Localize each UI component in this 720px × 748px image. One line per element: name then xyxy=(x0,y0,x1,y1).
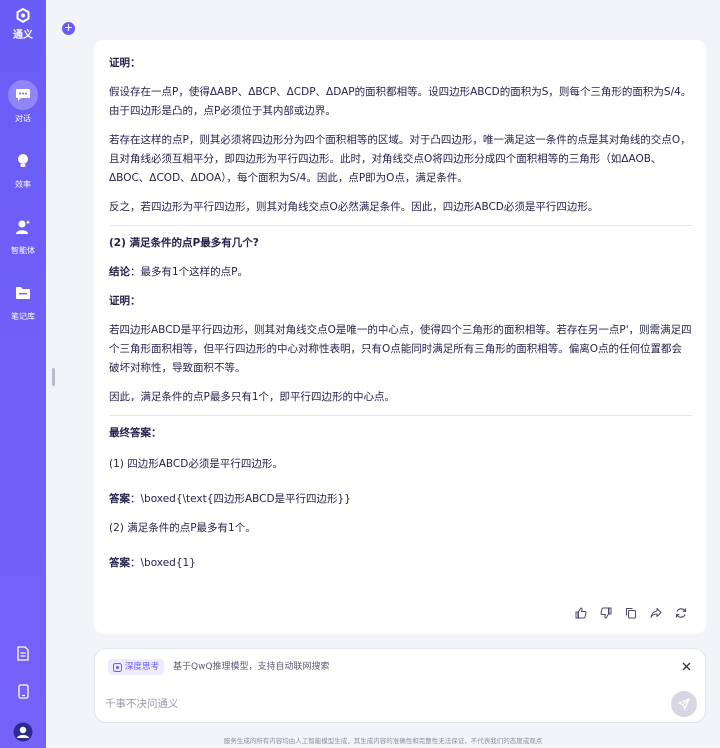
paragraph: 反之，若四边形为平行四边形，则其对角线交点O必然满足条件。因此，四边形ABCD必… xyxy=(109,201,599,213)
share-icon[interactable] xyxy=(649,606,663,620)
deep-think-description: 基于QwQ推理模型，支持自动联网搜索 xyxy=(173,662,330,672)
close-icon[interactable] xyxy=(679,659,693,673)
divider xyxy=(109,225,692,226)
sidebar-item-notes[interactable]: 笔记库 xyxy=(0,278,46,322)
conclusion-text: ：最多有1个这样的点P。 xyxy=(130,266,249,278)
tongyi-logo-icon xyxy=(16,8,30,23)
sidebar-item-chat[interactable]: 对话 xyxy=(0,80,46,124)
final-answer-heading: 最终答案： xyxy=(109,427,162,439)
avatar-icon[interactable] xyxy=(0,722,46,742)
answer-label: 答案 xyxy=(109,493,130,505)
conclusion-label: 结论 xyxy=(109,266,130,278)
regenerate-icon[interactable] xyxy=(674,606,688,620)
final-item: (1) 四边形ABCD必须是平行四边形。 xyxy=(109,458,283,470)
chat-input[interactable] xyxy=(105,694,665,714)
paragraph: 若四边形ABCD是平行四边形，则其对角线交点O是唯一的中心点，使得四个三角形的面… xyxy=(109,324,692,374)
lightbulb-icon xyxy=(8,146,38,176)
answer-text: ：\boxed{\text{四边形ABCD是平行四边形}} xyxy=(130,493,351,505)
chat-icon xyxy=(8,80,38,110)
answer-text: ：\boxed{1} xyxy=(130,557,196,569)
proof-heading: 证明： xyxy=(109,295,141,307)
sidebar: 通义 对话 效率 智能体 笔记库 xyxy=(0,0,46,748)
answer-line: 答案：\boxed{1} xyxy=(109,554,692,573)
app-name: 通义 xyxy=(13,30,33,41)
thumbs-up-icon[interactable] xyxy=(574,606,588,620)
divider xyxy=(109,415,692,416)
answer-label: 答案 xyxy=(109,557,130,569)
sidebar-item-label: 对话 xyxy=(15,114,31,123)
paragraph: 若存在这样的点P，则其必须将四边形分为四个面积相等的区域。对于凸四边形，唯一满足… xyxy=(109,134,691,184)
conclusion: 结论：最多有1个这样的点P。 xyxy=(109,263,692,282)
assistant-message-card: 证明： 假设存在一点P，使得ΔABP、ΔBCP、ΔCDP、ΔDAP的面积都相等。… xyxy=(94,40,706,634)
sidebar-resize-handle[interactable] xyxy=(52,368,55,386)
folder-icon xyxy=(8,278,38,308)
chat-input-box: 深度思考 基于QwQ推理模型，支持自动联网搜索 xyxy=(94,648,706,723)
agent-icon xyxy=(8,212,38,242)
paragraph: 因此，满足条件的点P最多只有1个，即平行四边形的中心点。 xyxy=(109,391,396,403)
sidebar-item-label: 智能体 xyxy=(11,246,35,255)
deep-think-icon xyxy=(113,662,122,672)
app-logo[interactable]: 通义 xyxy=(0,8,46,41)
thumbs-down-icon[interactable] xyxy=(599,606,613,620)
sidebar-item-agent[interactable]: 智能体 xyxy=(0,212,46,256)
sidebar-item-efficiency[interactable]: 效率 xyxy=(0,146,46,190)
deep-think-label: 深度思考 xyxy=(125,662,160,672)
final-item: (2) 满足条件的点P最多有1个。 xyxy=(109,522,256,534)
sidebar-item-label: 笔记库 xyxy=(11,312,35,321)
question-heading: (2) 满足条件的点P最多有几个? xyxy=(109,237,259,249)
answer-line: 答案：\boxed{\text{四边形ABCD是平行四边形}} xyxy=(109,490,692,509)
disclaimer: 服务生成的所有内容均由人工智能模型生成，其生成内容的准确性和完整性无法保证，不代… xyxy=(223,737,543,745)
paragraph: 假设存在一点P，使得ΔABP、ΔBCP、ΔCDP、ΔDAP的面积都相等。设四边形… xyxy=(109,86,692,117)
proof-heading: 证明： xyxy=(109,57,141,69)
deep-think-toggle[interactable]: 深度思考 xyxy=(108,659,165,675)
sidebar-item-label: 效率 xyxy=(15,180,31,189)
message-actions xyxy=(574,606,688,620)
send-button[interactable] xyxy=(671,691,697,717)
phone-icon[interactable] xyxy=(0,684,46,699)
send-icon xyxy=(678,698,690,710)
new-chat-button[interactable]: + xyxy=(62,22,75,35)
copy-icon[interactable] xyxy=(624,606,638,620)
document-icon[interactable] xyxy=(0,646,46,661)
message-content: 证明： 假设存在一点P，使得ΔABP、ΔBCP、ΔCDP、ΔDAP的面积都相等。… xyxy=(109,54,692,573)
